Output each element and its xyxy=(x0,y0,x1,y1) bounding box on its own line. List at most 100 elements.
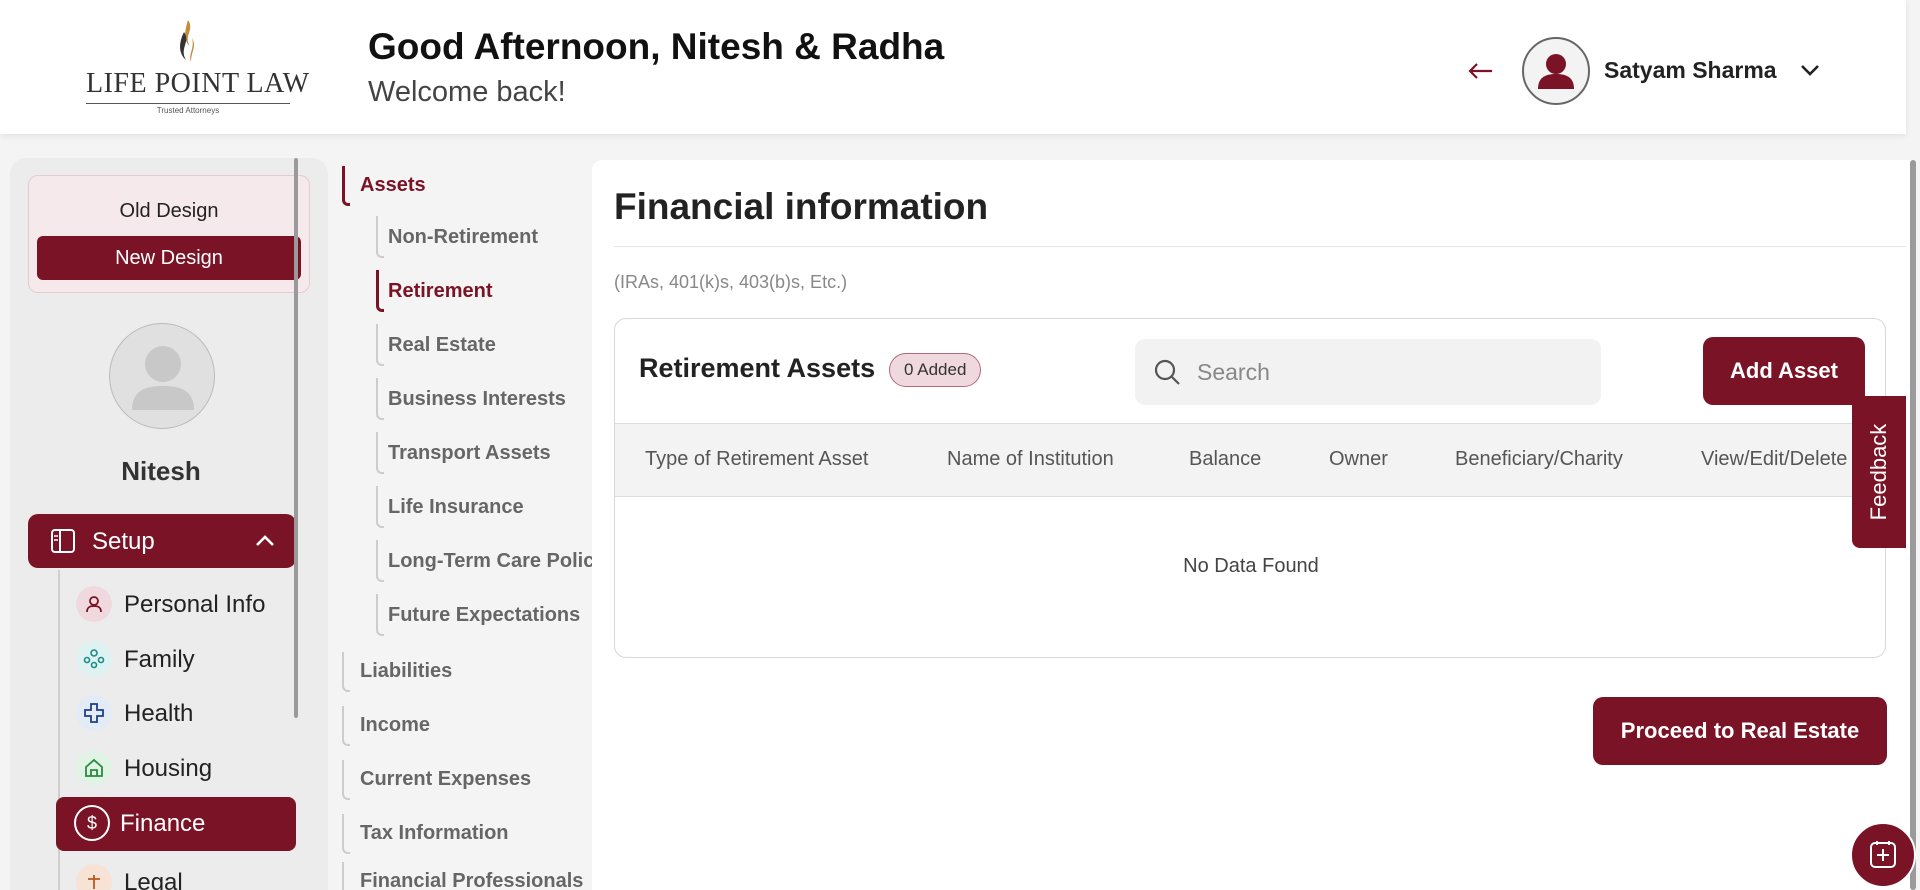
family-icon xyxy=(76,641,112,677)
section-hint: (IRAs, 401(k)s, 403(b)s, Etc.) xyxy=(614,272,848,292)
setup-label: Setup xyxy=(92,528,155,555)
subnav-label: Income xyxy=(360,714,431,736)
health-cross-icon xyxy=(76,695,112,731)
subnav-label: Business Interests xyxy=(388,388,566,410)
svg-text:$: $ xyxy=(87,813,97,833)
subnav-label: Financial Professionals xyxy=(360,870,584,890)
profile-person-icon xyxy=(132,346,194,410)
main-scrollbar[interactable] xyxy=(1910,160,1916,890)
subnav-indicator xyxy=(376,594,384,636)
search-input[interactable] xyxy=(1197,339,1587,405)
logo-flame-icon xyxy=(180,20,194,62)
subnav-indicator xyxy=(376,216,384,258)
subnav-business-interests[interactable]: Business Interests xyxy=(376,374,616,420)
column-header[interactable]: Owner xyxy=(1329,448,1388,471)
subnav-label: Life Insurance xyxy=(388,496,524,518)
subnav-non-retirement[interactable]: Non-Retirement xyxy=(376,212,616,258)
financial-subnav: Assets Non-Retirement Retirement Real Es… xyxy=(340,158,605,890)
feedback-tab[interactable]: Feedback xyxy=(1852,396,1906,548)
chevron-down-icon[interactable] xyxy=(1798,58,1822,82)
subnav-indicator xyxy=(376,270,384,312)
sidebar-item-family[interactable]: Family xyxy=(76,637,296,683)
subnav-assets[interactable]: Assets xyxy=(340,162,580,208)
added-count-badge: 0 Added xyxy=(889,353,982,387)
floating-action-button[interactable] xyxy=(1850,822,1916,888)
house-icon xyxy=(76,750,112,786)
subnav-current-expenses[interactable]: Current Expenses xyxy=(340,756,580,802)
subnav-indicator xyxy=(376,540,384,582)
subnav-retirement[interactable]: Retirement xyxy=(376,266,616,312)
design-switcher: Old Design New Design xyxy=(28,175,310,293)
subnav-label: Tax Information xyxy=(360,822,509,844)
add-asset-button[interactable]: Add Asset xyxy=(1703,337,1865,405)
subnav-indicator xyxy=(342,760,350,800)
sidebar-item-health[interactable]: Health xyxy=(76,691,296,737)
empty-state-text: No Data Found xyxy=(1183,555,1319,577)
subnav-label: Liabilities xyxy=(360,660,453,682)
subnav-label: Transport Assets xyxy=(388,442,551,464)
table-header: Type of Retirement Asset Name of Institu… xyxy=(615,423,1885,497)
profile-name: Nitesh xyxy=(121,456,201,486)
logo-tagline: Trusted Attorneys xyxy=(86,103,290,115)
user-avatar[interactable] xyxy=(1522,37,1590,105)
sidebar-item-finance[interactable]: $ Finance xyxy=(56,797,296,851)
sidebar-item-label: Legal xyxy=(124,869,183,890)
legal-icon xyxy=(76,864,112,890)
page-title: Financial information xyxy=(614,186,989,227)
chevron-up-icon xyxy=(256,535,274,546)
setup-book-icon xyxy=(51,529,75,553)
dollar-icon: $ xyxy=(74,805,110,841)
subnav-label: Real Estate xyxy=(388,334,496,356)
subnav-label: Long-Term Care Policy xyxy=(388,550,606,572)
subnav-indicator xyxy=(342,862,350,890)
sidebar-item-label: Health xyxy=(124,700,194,727)
column-header[interactable]: Type of Retirement Asset xyxy=(645,448,868,471)
proceed-button[interactable]: Proceed to Real Estate xyxy=(1593,697,1887,765)
logo-text: LIFE POINT LAW xyxy=(86,68,310,99)
old-design-button[interactable]: Old Design xyxy=(29,200,309,223)
sidebar-item-label: Housing xyxy=(124,755,213,782)
back-arrow-icon[interactable] xyxy=(1466,56,1496,86)
subnav-real-estate[interactable]: Real Estate xyxy=(376,320,616,366)
sidebar-item-label: Personal Info xyxy=(124,591,266,618)
user-name[interactable]: Satyam Sharma xyxy=(1604,57,1777,84)
subnav-indicator xyxy=(376,486,384,528)
subnav-indicator xyxy=(342,706,350,746)
subnav-financial-professionals[interactable]: Financial Professionals xyxy=(340,858,584,890)
subnav-transport-assets[interactable]: Transport Assets xyxy=(376,428,616,474)
profile-avatar[interactable] xyxy=(109,323,215,429)
new-design-button[interactable]: New Design xyxy=(37,236,301,280)
column-header[interactable]: Balance xyxy=(1189,448,1261,471)
column-header[interactable]: Beneficiary/Charity xyxy=(1455,448,1623,471)
sidebar-item-legal[interactable]: Legal xyxy=(76,860,296,890)
subnav-tax-information[interactable]: Tax Information xyxy=(340,810,580,856)
sidebar-item-personal-info[interactable]: Personal Info xyxy=(76,582,296,628)
sidebar-item-housing[interactable]: Housing xyxy=(76,746,296,792)
search-box[interactable] xyxy=(1135,339,1601,405)
person-icon xyxy=(76,586,112,622)
subnav-indicator xyxy=(342,166,350,206)
subnav-indicator xyxy=(376,324,384,366)
subnav-life-insurance[interactable]: Life Insurance xyxy=(376,482,616,528)
subnav-indicator xyxy=(376,432,384,474)
greeting-title: Good Afternoon, Nitesh & Radha xyxy=(368,26,945,67)
card-title: Retirement Assets xyxy=(639,353,876,383)
subnav-long-term-care[interactable]: Long-Term Care Policy xyxy=(376,536,616,582)
subnav-label: Future Expectations xyxy=(388,604,581,626)
add-note-icon xyxy=(1870,841,1896,868)
sidebar-item-label: Family xyxy=(124,646,195,673)
setup-menu[interactable]: Setup xyxy=(28,514,296,568)
column-header[interactable]: Name of Institution xyxy=(947,448,1114,471)
feedback-label: Feedback xyxy=(1866,423,1891,521)
subnav-income[interactable]: Income xyxy=(340,702,580,748)
subnav-indicator xyxy=(376,378,384,420)
subnav-indicator xyxy=(342,814,350,854)
subnav-liabilities[interactable]: Liabilities xyxy=(340,648,580,694)
column-header[interactable]: View/Edit/Delete xyxy=(1701,448,1847,471)
subnav-future-expectations[interactable]: Future Expectations xyxy=(376,590,616,636)
sidebar-scrollbar[interactable] xyxy=(294,158,298,718)
user-avatar-icon xyxy=(1538,54,1574,89)
search-icon xyxy=(1154,359,1180,385)
subnav-label: Non-Retirement xyxy=(388,226,539,248)
logo[interactable]: LIFE POINT LAW Trusted Attorneys xyxy=(86,18,310,115)
